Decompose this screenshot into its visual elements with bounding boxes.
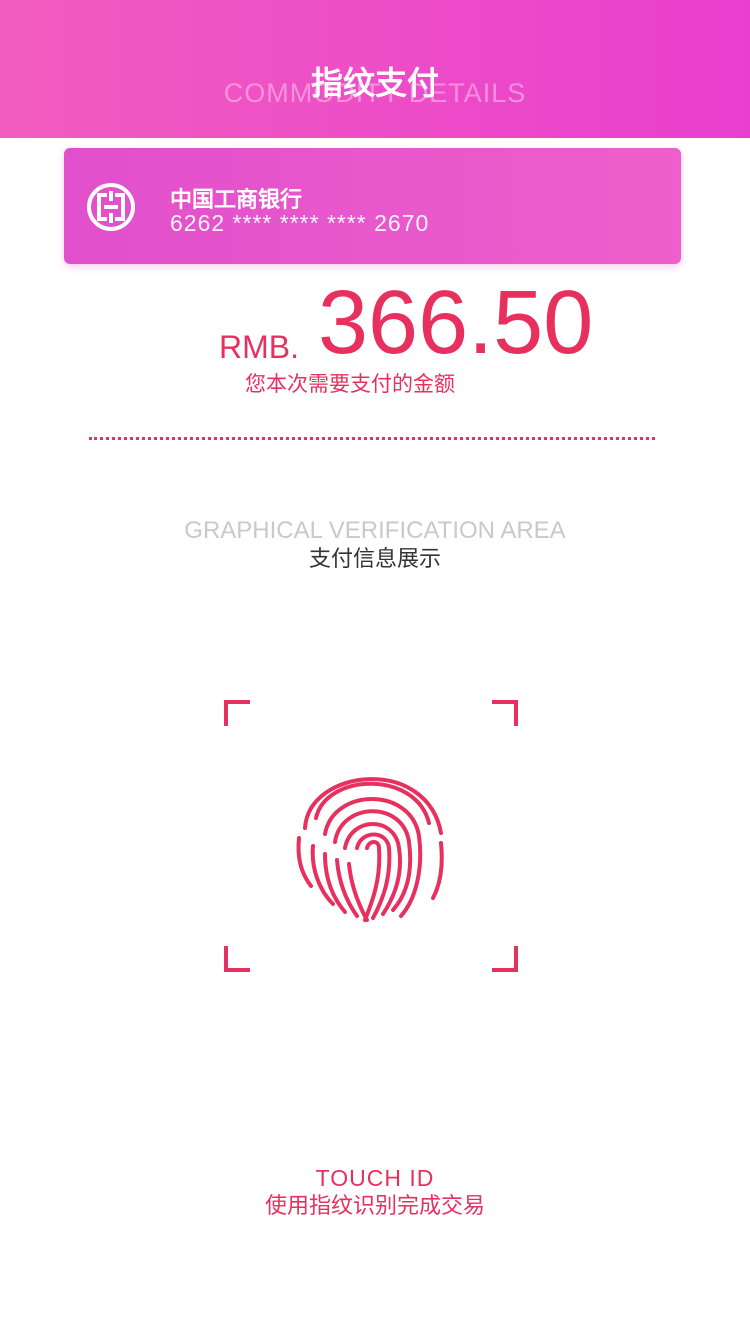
fingerprint-icon	[296, 777, 444, 922]
top-header: COMMODITY DETAILS 指纹支付	[0, 0, 750, 138]
amount-currency: RMB.	[219, 329, 299, 365]
dotted-divider	[89, 437, 655, 440]
graphic-area-title: 支付信息展示	[308, 547, 441, 572]
corner-top-left	[224, 700, 250, 726]
touch-id-instruction: 使用指纹识别完成交易	[264, 1194, 485, 1219]
fingerprint-scan-area[interactable]	[224, 700, 518, 972]
corner-top-right	[492, 700, 518, 726]
corner-bottom-right	[492, 946, 518, 972]
icbc-logo-icon	[87, 183, 135, 231]
corner-bottom-left	[224, 946, 250, 972]
bank-card[interactable]: 中国工商银行 6262 **** **** **** 2670	[64, 148, 681, 264]
page-title: 指纹支付	[310, 64, 439, 102]
amount-label: 您本次需要支付的金额	[245, 372, 455, 396]
payment-amount: 366.50	[318, 273, 594, 373]
card-number: 6262 **** **** **** 2670	[170, 210, 430, 236]
